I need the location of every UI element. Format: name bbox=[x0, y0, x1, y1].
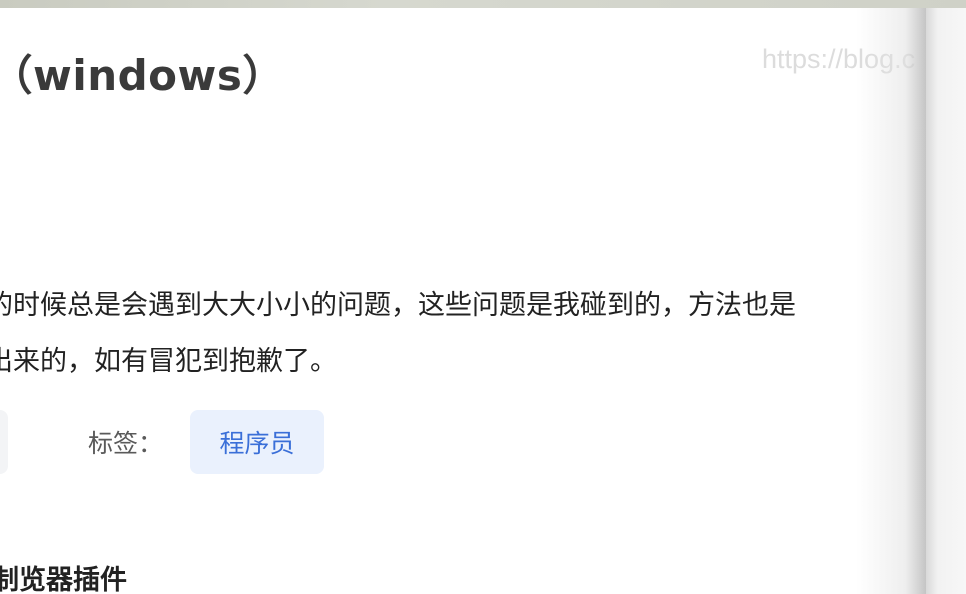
tag-programmer[interactable]: 程序员 bbox=[190, 410, 324, 474]
card-edge-shadow bbox=[856, 8, 926, 594]
blog-watermark: https://blog.c bbox=[762, 44, 916, 74]
article-summary: 的时候总是会遇到大大小小的问题，这些问题是我碰到的，方法也是 出来的，如有冒犯到… bbox=[0, 278, 796, 390]
page-background-right bbox=[926, 8, 966, 594]
top-banner-strip bbox=[0, 0, 966, 8]
category-chip[interactable] bbox=[0, 410, 8, 474]
article-title: 装（windows） bbox=[0, 42, 285, 103]
article-card: 装（windows） https://blog.c 的时候总是会遇到大大小小的问… bbox=[0, 8, 926, 594]
tags-label: 标签： bbox=[88, 429, 164, 458]
article-title-text: （windows） bbox=[0, 51, 285, 100]
section-heading: 制览器插件 bbox=[0, 565, 127, 594]
summary-line: 出来的，如有冒犯到抱歉了。 bbox=[0, 346, 337, 377]
summary-line: 的时候总是会遇到大大小小的问题，这些问题是我碰到的，方法也是 bbox=[0, 290, 796, 321]
